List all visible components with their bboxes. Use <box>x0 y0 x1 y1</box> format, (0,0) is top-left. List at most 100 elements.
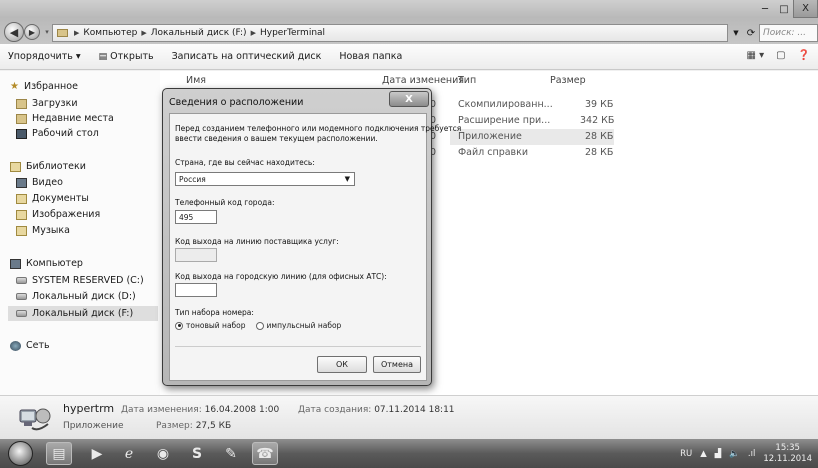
address-bar[interactable]: ▶ Компьютер ▶ Локальный диск (F:) ▶ Hype… <box>52 24 728 42</box>
breadcrumb-computer[interactable]: Компьютер <box>83 28 137 38</box>
address-dropdown[interactable]: ▼ <box>729 24 743 42</box>
nav-documents[interactable]: Документы <box>16 193 89 204</box>
refresh-button[interactable]: ⟳ <box>743 24 759 42</box>
created-value: 07.11.2014 18:11 <box>374 405 455 415</box>
column-type[interactable]: Тип <box>458 75 476 86</box>
nav-drive-d[interactable]: Локальный диск (D:) <box>16 291 136 302</box>
skype-taskbar-icon[interactable]: S <box>184 442 210 465</box>
column-name[interactable]: Имя <box>186 75 206 86</box>
title-bar: ─ □ X ◀ ▶ ▾ ▶ Компьютер ▶ Локальный диск… <box>0 0 818 44</box>
nav-images[interactable]: Изображения <box>16 209 100 220</box>
nav-favorites[interactable]: ★ Избранное <box>10 81 78 92</box>
clock[interactable]: 15:35 12.11.2014 <box>763 443 812 465</box>
created-label: Дата создания: <box>298 405 372 415</box>
search-input[interactable]: Поиск: ... <box>759 24 818 42</box>
breadcrumb-drive-f[interactable]: Локальный диск (F:) <box>151 28 247 38</box>
burn-button[interactable]: Записать на оптический диск <box>172 51 322 62</box>
ok-button[interactable]: ОК <box>317 356 367 373</box>
system-tray: RU ▲ ▟ 🔈 .ıl 15:35 12.11.2014 <box>680 439 818 468</box>
new-folder-label: Новая папка <box>339 51 403 62</box>
video-icon <box>16 177 27 188</box>
star-icon: ★ <box>10 81 19 92</box>
help-icon[interactable]: ❓ <box>798 50 810 61</box>
maximize-button[interactable]: □ <box>775 0 793 18</box>
column-size[interactable]: Размер <box>550 75 586 86</box>
view-options-icon[interactable]: ▦ ▾ <box>746 50 764 61</box>
refresh-icon: ⟳ <box>746 27 756 39</box>
preview-pane-icon[interactable]: ▢ <box>776 50 785 61</box>
nav-computer[interactable]: Компьютер <box>10 258 83 269</box>
chevron-right-icon: ▶ <box>74 29 80 37</box>
paint-taskbar-icon[interactable]: ✎ <box>218 442 244 465</box>
nav-video[interactable]: Видео <box>16 177 63 188</box>
history-dropdown[interactable]: ▾ <box>42 27 52 37</box>
start-button[interactable] <box>8 441 33 466</box>
nav-drive-c[interactable]: SYSTEM RESERVED (C:) <box>16 275 144 286</box>
carrier-code-input[interactable] <box>175 248 217 262</box>
drive-icon <box>16 310 27 317</box>
country-select[interactable]: Россия ▼ <box>175 172 355 186</box>
language-indicator[interactable]: RU <box>680 449 692 459</box>
nav-network[interactable]: Сеть <box>10 340 50 351</box>
music-icon <box>16 225 27 236</box>
clock-time: 15:35 <box>775 442 800 453</box>
dialog-body: Перед созданием телефонного или модемног… <box>169 113 461 381</box>
outside-line-label: Код выхода на городскую линию (для офисн… <box>175 272 387 281</box>
file-size: 342 КБ <box>580 115 615 126</box>
documents-icon <box>16 193 27 204</box>
computer-icon <box>10 258 21 269</box>
file-type: Файл справки <box>458 147 529 158</box>
forward-button[interactable]: ▶ <box>24 24 40 40</box>
chevron-up-icon[interactable]: ▲ <box>700 449 707 459</box>
signal-icon[interactable]: .ıl <box>748 449 755 459</box>
application-icon <box>19 408 51 431</box>
file-size: 28 КБ <box>585 147 614 158</box>
chevron-down-icon: ▾ <box>45 28 49 36</box>
network-icon <box>10 340 21 351</box>
outside-line-input[interactable] <box>175 283 217 297</box>
media-player-taskbar-icon[interactable]: ▶ <box>84 442 110 465</box>
tone-radio[interactable]: тоновый набор <box>175 321 246 330</box>
folder-icon <box>57 29 68 37</box>
nav-downloads[interactable]: Загрузки <box>16 98 78 109</box>
open-button[interactable]: ▤ Открыть <box>99 51 154 62</box>
nav-recent[interactable]: Недавние места <box>16 113 114 124</box>
hyperterminal-taskbar-icon[interactable]: ☎ <box>252 442 278 465</box>
back-button[interactable]: ◀ <box>4 22 24 42</box>
organize-label: Упорядочить ▾ <box>8 51 81 62</box>
dialog-close-button[interactable]: X <box>389 91 429 107</box>
divider <box>175 346 421 347</box>
arrow-left-icon: ◀ <box>9 25 19 39</box>
dialog-intro: Перед созданием телефонного или модемног… <box>175 124 461 144</box>
close-button[interactable]: X <box>793 0 818 18</box>
details-file-name: hypertrm <box>63 402 115 415</box>
volume-icon[interactable]: 🔈 <box>729 449 740 459</box>
details-size: Размер: 27,5 КБ <box>156 421 231 431</box>
network-status-icon[interactable]: ▟ <box>715 449 722 459</box>
dial-type-group: тоновый набор импульсный набор <box>175 321 341 330</box>
nav-music[interactable]: Музыка <box>16 225 70 236</box>
area-code-input[interactable]: 495 <box>175 210 217 224</box>
country-label: Страна, где вы сейчас находитесь: <box>175 158 315 167</box>
navigation-pane: ★ Избранное Загрузки Недавние места Рабоч… <box>0 71 160 395</box>
chevron-down-icon: ▼ <box>344 175 350 183</box>
pulse-radio[interactable]: импульсный набор <box>255 321 342 330</box>
clock-date: 12.11.2014 <box>763 453 812 464</box>
cancel-button[interactable]: Отмена <box>373 356 421 373</box>
nav-libraries[interactable]: Библиотеки <box>10 161 86 172</box>
organize-button[interactable]: Упорядочить ▾ <box>8 51 81 62</box>
column-date[interactable]: Дата изменения <box>382 75 464 86</box>
pulse-label: импульсный набор <box>266 321 342 330</box>
nav-drive-f[interactable]: Локальный диск (F:) <box>8 306 158 321</box>
new-folder-button[interactable]: Новая папка <box>339 51 402 62</box>
nav-desktop[interactable]: Рабочий стол <box>16 128 99 139</box>
dial-type-label: Тип набора номера: <box>175 308 254 317</box>
intro-line-1: Перед созданием телефонного или модемног… <box>175 124 462 133</box>
breadcrumb-hyperterminal[interactable]: HyperTerminal <box>260 28 325 38</box>
intro-line-2: ввести сведения о вашем текущем располож… <box>175 134 378 143</box>
minimize-button[interactable]: ─ <box>755 0 775 18</box>
file-row-selected[interactable]: 0 Приложение 28 КБ <box>430 129 614 145</box>
internet-explorer-taskbar-icon[interactable]: e <box>116 442 142 465</box>
browser-taskbar-icon[interactable]: ◉ <box>150 442 176 465</box>
explorer-taskbar-icon[interactable]: ▤ <box>46 442 72 465</box>
